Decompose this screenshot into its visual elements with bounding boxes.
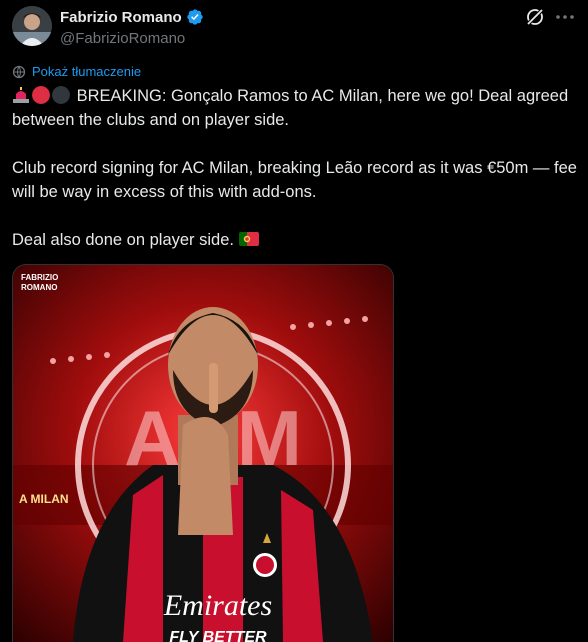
translate-globe-icon — [12, 65, 26, 78]
tweet-paragraph-3: Deal also done on player side. — [12, 228, 578, 252]
name-row: Fabrizio Romano — [60, 8, 204, 26]
portugal-flag-emoji-icon — [238, 232, 259, 246]
show-translation-label[interactable]: Pokaż tłumaczenie — [32, 64, 141, 79]
grok-icon — [526, 8, 544, 26]
sponsor-tagline: FLY BETTER — [169, 629, 267, 642]
red-circle-emoji-icon — [32, 86, 50, 104]
more-button[interactable] — [554, 6, 576, 28]
avatar[interactable] — [12, 6, 52, 46]
tweet-paragraph-3-text: Deal also done on player side. — [12, 231, 234, 249]
tweet-header: Fabrizio Romano @FabrizioRomano — [12, 6, 576, 50]
black-circle-emoji-icon — [52, 86, 70, 104]
tweet-paragraph-1: BREAKING: Gonçalo Ramos to AC Milan, her… — [12, 84, 578, 132]
tweet-paragraph-2: Club record signing for AC Milan, breaki… — [12, 156, 578, 204]
tweet-text: BREAKING: Gonçalo Ramos to AC Milan, her… — [12, 84, 578, 276]
avatar-photo-icon — [12, 6, 52, 46]
tweet-paragraph-2-text: Club record signing for AC Milan, breaki… — [12, 159, 577, 201]
siren-emoji-icon — [13, 87, 29, 103]
grok-button[interactable] — [524, 6, 546, 28]
display-name[interactable]: Fabrizio Romano — [60, 9, 182, 26]
watermark-line-2: ROMANO — [21, 283, 58, 292]
sponsor-text: Emirates — [163, 589, 272, 622]
verified-badge-icon[interactable] — [186, 8, 204, 26]
stadium-banner-text: A MILAN — [19, 492, 69, 506]
watermark: FABRIZIO ROMANO — [21, 273, 58, 293]
handle[interactable]: @FabrizioRomano — [60, 30, 204, 47]
tweet-paragraph-1-text: BREAKING: Gonçalo Ramos to AC Milan, her… — [12, 87, 569, 129]
announcement-graphic: ACM A MILAN Emirates FLY BETTER — [13, 265, 393, 642]
tweet-media-image[interactable]: ACM A MILAN Emirates FLY BETTER FABRIZIO… — [12, 264, 394, 642]
more-icon — [556, 15, 574, 19]
show-translation-link[interactable]: Pokaż tłumaczenie — [12, 64, 141, 79]
author-info: Fabrizio Romano @FabrizioRomano — [60, 8, 204, 47]
watermark-line-1: FABRIZIO — [21, 273, 59, 282]
